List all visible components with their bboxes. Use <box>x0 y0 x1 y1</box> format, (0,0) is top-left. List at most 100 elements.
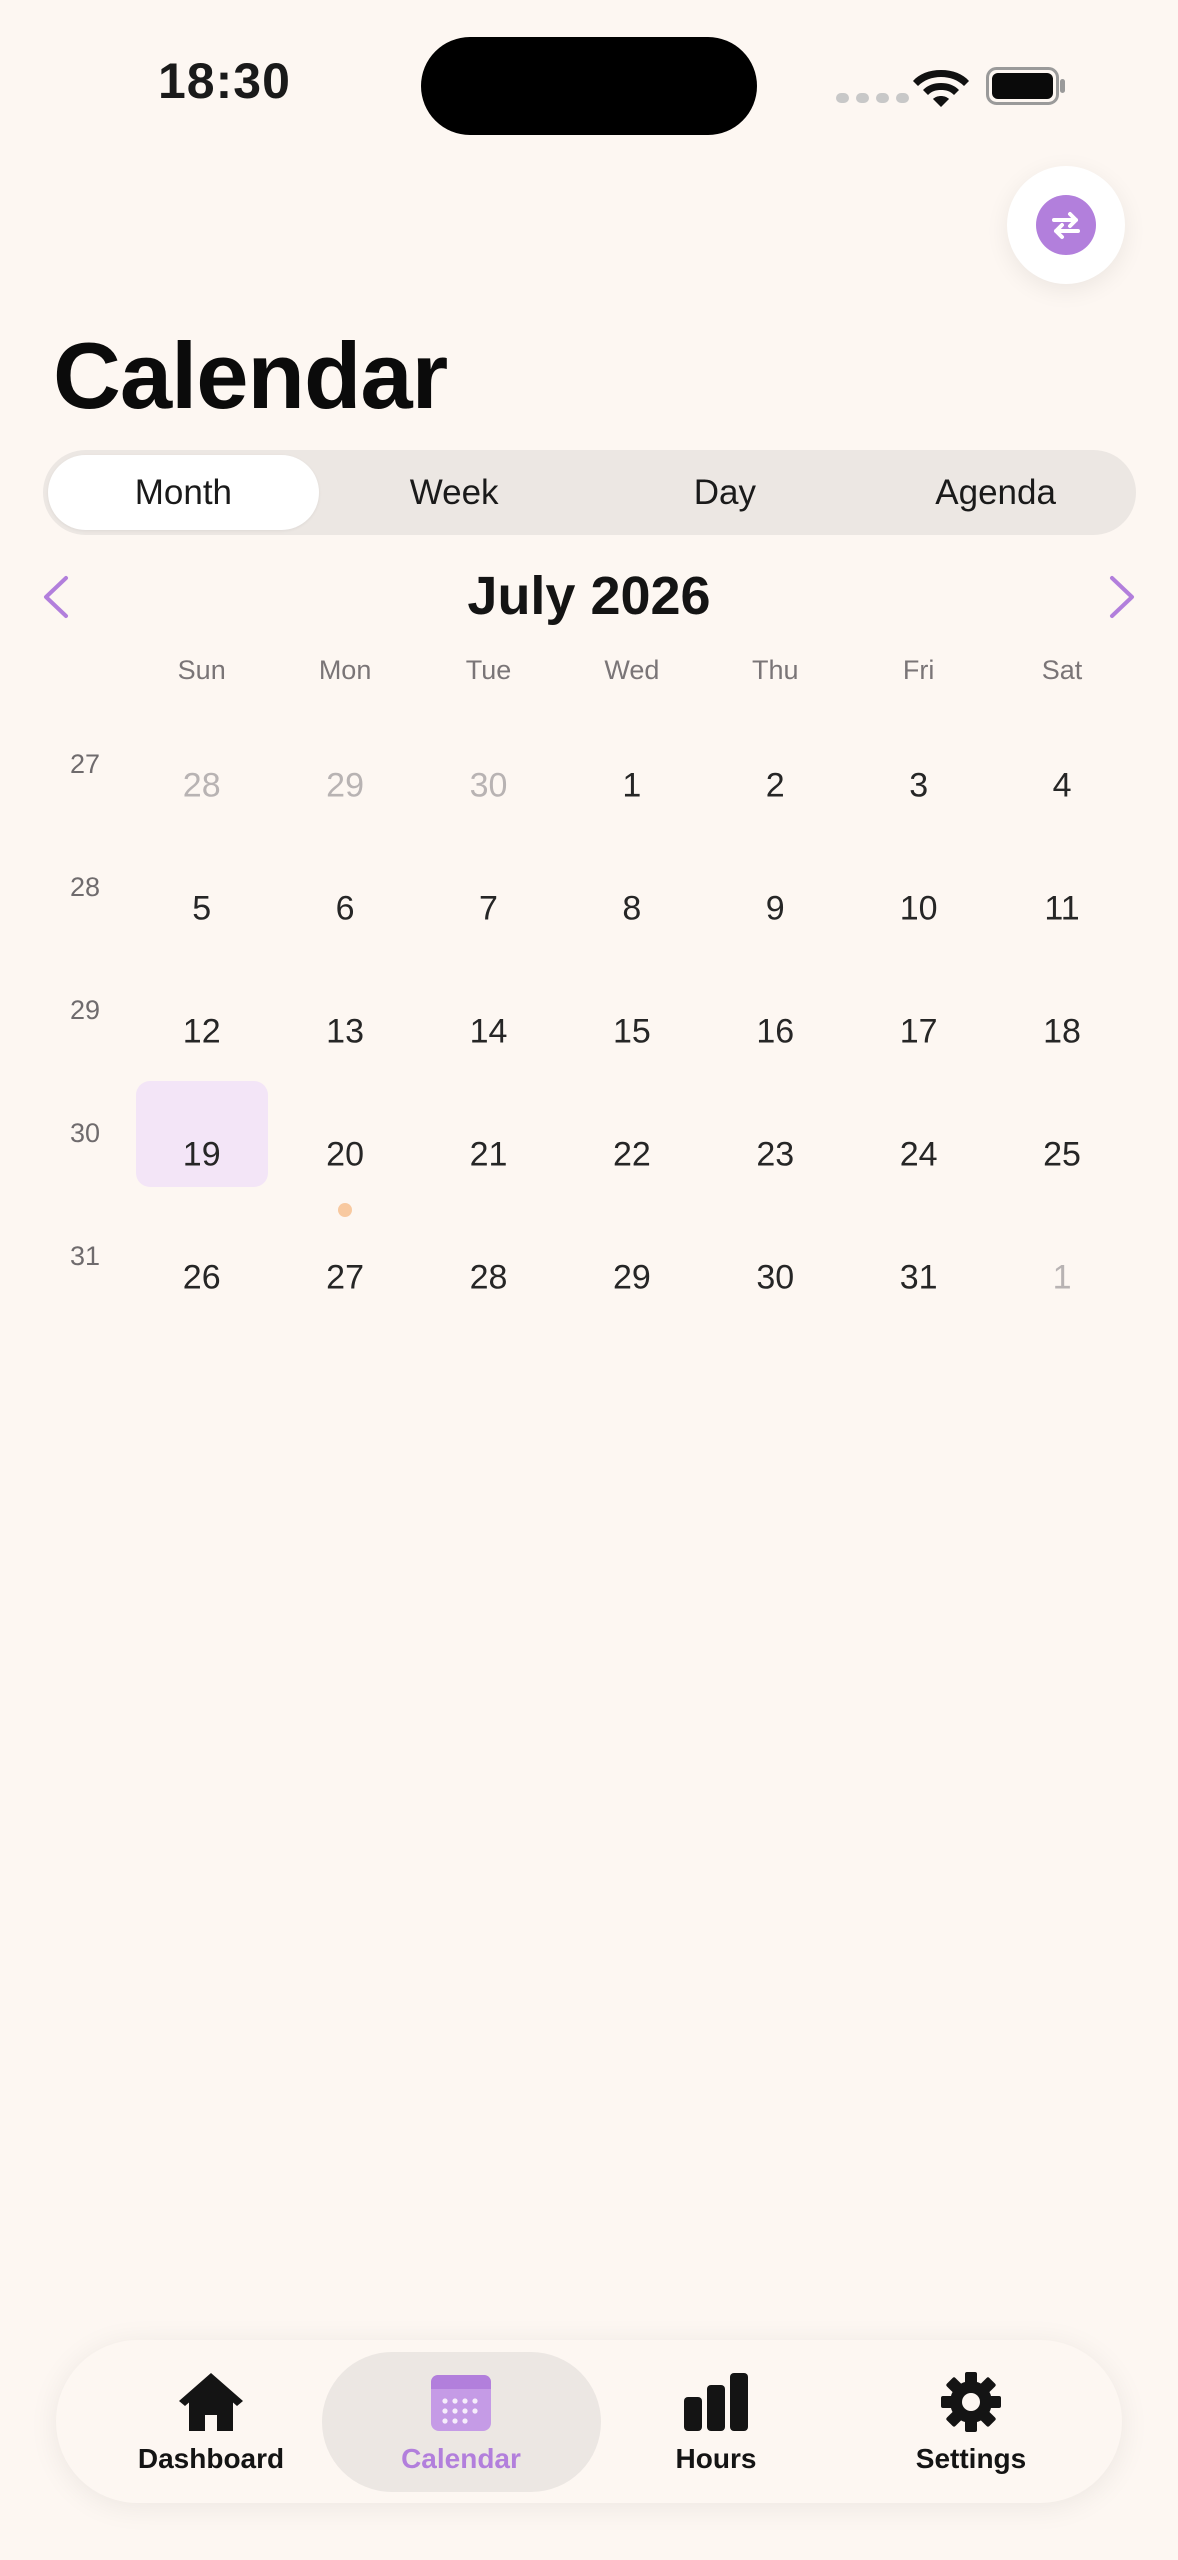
day-number: 24 <box>899 1135 938 1174</box>
day-number: 30 <box>469 766 508 805</box>
bar-chart-icon <box>684 2372 748 2431</box>
week-row: 31 26 27 28 29 30 31 1 <box>40 1192 1138 1315</box>
tab-label: Calendar <box>401 2442 521 2474</box>
view-tab-week[interactable]: Week <box>319 455 590 530</box>
day-number: 25 <box>1043 1135 1081 1174</box>
weekday-label: Mon <box>318 654 372 685</box>
next-month-button[interactable] <box>1104 574 1140 620</box>
day-number: 15 <box>612 1012 651 1051</box>
week-row: 28 5 6 7 8 9 10 11 <box>40 823 1138 946</box>
day-cell-outside-month[interactable]: 1 <box>990 1192 1133 1315</box>
day-cell[interactable]: 11 <box>990 823 1133 946</box>
day-cell[interactable]: 6 <box>273 823 416 946</box>
battery-icon <box>986 67 1065 105</box>
day-cell[interactable]: 28 <box>417 1192 560 1315</box>
day-number: 3 <box>909 766 929 805</box>
sync-icon <box>1036 195 1096 255</box>
month-grid: Sun Mon Tue Wed Thu Fri Sat 27 28 29 30 … <box>40 640 1138 1315</box>
view-tab-month[interactable]: Month <box>48 455 319 530</box>
week-row: 27 28 29 30 1 2 3 4 <box>40 700 1138 823</box>
day-cell[interactable]: 9 <box>704 823 847 946</box>
day-cell[interactable]: 7 <box>417 823 560 946</box>
day-number: 9 <box>765 889 785 928</box>
day-number: 11 <box>1044 889 1080 928</box>
day-cell[interactable]: 15 <box>560 946 703 1069</box>
day-cell[interactable]: 1 <box>560 700 703 823</box>
week-row: 30 19 20 21 22 23 24 25 <box>40 1069 1138 1217</box>
weekday-label: Wed <box>604 654 660 685</box>
day-cell[interactable]: 13 <box>273 946 416 1069</box>
day-number: 4 <box>1052 766 1072 805</box>
day-number: 21 <box>469 1135 508 1174</box>
week-number: 30 <box>69 1118 101 1148</box>
day-number: 29 <box>612 1258 651 1297</box>
day-number: 1 <box>1052 1258 1072 1297</box>
weekday-label: Sat <box>1041 654 1083 685</box>
day-cell[interactable]: 27 <box>273 1192 416 1315</box>
view-tab-agenda[interactable]: Agenda <box>860 455 1131 530</box>
day-cell[interactable]: 16 <box>704 946 847 1069</box>
day-cell[interactable]: 24 <box>847 1069 990 1192</box>
wifi-icon <box>913 70 969 107</box>
day-number: 29 <box>326 766 364 805</box>
day-cell[interactable]: 25 <box>990 1069 1133 1192</box>
day-cell[interactable]: 17 <box>847 946 990 1069</box>
day-number: 17 <box>899 1012 938 1051</box>
weekday-label: Fri <box>902 654 935 685</box>
day-number: 13 <box>326 1012 364 1051</box>
day-number: 27 <box>326 1258 364 1297</box>
day-number: 28 <box>182 766 221 805</box>
house-icon <box>179 2372 243 2431</box>
day-number: 18 <box>1043 1012 1081 1051</box>
week-number: 31 <box>69 1241 101 1271</box>
day-cell[interactable]: 29 <box>560 1192 703 1315</box>
day-cell[interactable]: 10 <box>847 823 990 946</box>
week-number: 28 <box>69 872 101 902</box>
day-cell[interactable]: 4 <box>990 700 1133 823</box>
day-cell[interactable]: 14 <box>417 946 560 1069</box>
day-cell[interactable]: 26 <box>130 1192 273 1315</box>
day-number: 1 <box>622 766 642 805</box>
weekday-label: Tue <box>465 654 512 685</box>
tab-calendar[interactable]: Calendar <box>346 2340 576 2503</box>
week-number: 29 <box>69 995 101 1025</box>
day-cell-outside-month[interactable]: 28 <box>130 700 273 823</box>
day-cell[interactable]: 8 <box>560 823 703 946</box>
weekday-header: Sun Mon Tue Wed Thu Fri Sat <box>40 640 1138 700</box>
day-cell[interactable]: 2 <box>704 700 847 823</box>
day-number: 8 <box>622 889 642 928</box>
day-number: 22 <box>612 1135 651 1174</box>
day-number: 5 <box>192 889 212 928</box>
day-number: 14 <box>469 1012 508 1051</box>
dynamic-island <box>421 37 757 135</box>
day-number: 31 <box>899 1258 938 1297</box>
day-cell[interactable]: 22 <box>560 1069 703 1192</box>
day-cell[interactable]: 5 <box>130 823 273 946</box>
day-cell-outside-month[interactable]: 30 <box>417 700 560 823</box>
day-cell[interactable]: 18 <box>990 946 1133 1069</box>
day-cell-with-event[interactable]: 20 <box>273 1069 416 1217</box>
day-number: 19 <box>182 1135 221 1174</box>
day-cell[interactable]: 23 <box>704 1069 847 1192</box>
day-number: 7 <box>479 889 498 928</box>
day-cell[interactable]: 12 <box>130 946 273 1069</box>
day-cell[interactable]: 3 <box>847 700 990 823</box>
tab-dashboard[interactable]: Dashboard <box>96 2340 326 2503</box>
day-cell[interactable]: 21 <box>417 1069 560 1192</box>
day-cell-today[interactable]: 19 <box>130 1069 273 1192</box>
sync-button[interactable] <box>1007 166 1125 284</box>
weekday-label: Sun <box>177 654 226 685</box>
view-tab-day[interactable]: Day <box>590 455 861 530</box>
day-number: 30 <box>756 1258 795 1297</box>
tab-settings[interactable]: Settings <box>856 2340 1086 2503</box>
page-title: Calendar <box>53 323 448 428</box>
tab-hours[interactable]: Hours <box>601 2340 831 2503</box>
day-cell[interactable]: 31 <box>847 1192 990 1315</box>
cellular-signal-icon <box>836 93 909 103</box>
tab-bar: Dashboard Calendar Hours Settings <box>56 2340 1122 2503</box>
calendar-icon <box>431 2374 491 2431</box>
day-cell[interactable]: 30 <box>704 1192 847 1315</box>
day-number: 28 <box>469 1258 508 1297</box>
day-cell-outside-month[interactable]: 29 <box>273 700 416 823</box>
day-number: 20 <box>326 1135 364 1174</box>
